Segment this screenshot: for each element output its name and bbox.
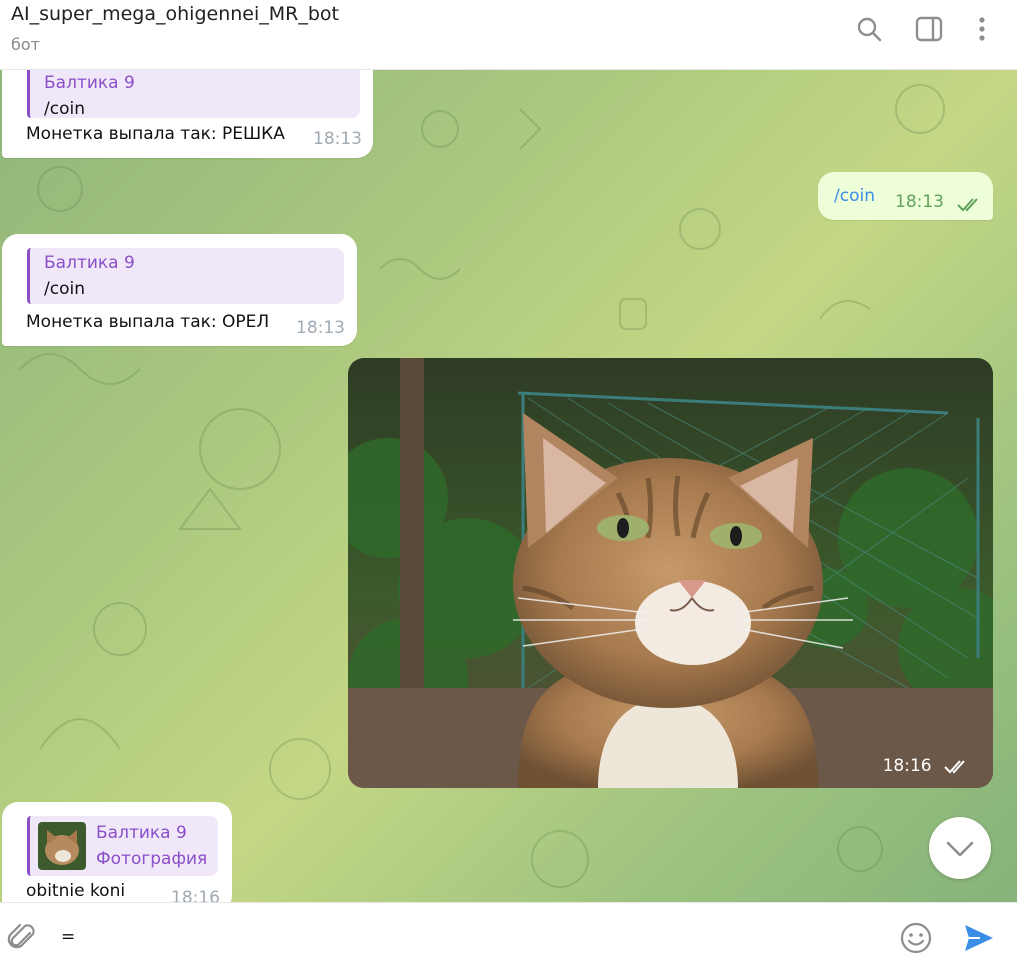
chevron-down-icon bbox=[946, 841, 974, 857]
message-time: 18:16 bbox=[883, 756, 973, 776]
chat-subtitle: бот bbox=[11, 35, 40, 54]
reply-text: /coin bbox=[44, 99, 85, 119]
message-input[interactable]: = bbox=[61, 927, 75, 947]
message-bubble[interactable]: /coin 18:13 bbox=[818, 172, 993, 220]
message-input-bar: = bbox=[0, 902, 1017, 960]
message-text: obitnie koni bbox=[26, 881, 126, 901]
message-time: 18:13 bbox=[296, 318, 345, 338]
reply-author: Балтика 9 bbox=[96, 823, 187, 843]
chat-area[interactable]: Балтика 9 /coin Монетка выпала так: РЕШК… bbox=[0, 69, 1017, 902]
reply-author: Балтика 9 bbox=[44, 73, 135, 93]
more-vert-icon[interactable] bbox=[967, 14, 997, 44]
reply-author: Балтика 9 bbox=[44, 253, 135, 273]
reply-text: Фотография bbox=[96, 849, 208, 869]
chat-header: AI_super_mega_ohigennei_MR_bot бот bbox=[0, 0, 1017, 70]
chat-title[interactable]: AI_super_mega_ohigennei_MR_bot bbox=[11, 3, 339, 25]
reply-preview[interactable]: Балтика 9 /coin bbox=[27, 69, 360, 119]
sidebar-icon[interactable] bbox=[914, 14, 944, 44]
photo-message[interactable]: 18:16 bbox=[348, 358, 993, 788]
cat-photo bbox=[348, 358, 993, 788]
message-time: 18:13 bbox=[313, 129, 362, 149]
emoji-icon[interactable] bbox=[899, 921, 933, 955]
reply-photo-thumbnail bbox=[38, 822, 86, 870]
message-time: 18:13 bbox=[895, 192, 944, 212]
search-icon[interactable] bbox=[854, 14, 884, 44]
read-checks-icon bbox=[957, 198, 978, 212]
message-text: /coin bbox=[834, 186, 875, 206]
reply-preview[interactable]: Балтика 9 /coin bbox=[27, 248, 344, 304]
attach-icon[interactable] bbox=[6, 921, 40, 955]
message-time: 18:16 bbox=[171, 888, 220, 902]
message-bubble[interactable]: Балтика 9 Фотография obitnie koni 18:16 bbox=[2, 802, 232, 902]
message-text: Монетка выпала так: РЕШКА bbox=[26, 124, 285, 144]
message-bubble[interactable]: Балтика 9 /coin Монетка выпала так: РЕШК… bbox=[2, 69, 373, 158]
scroll-down-button[interactable] bbox=[929, 817, 991, 879]
message-text: Монетка выпала так: ОРЕЛ bbox=[26, 312, 270, 332]
send-icon[interactable] bbox=[962, 921, 996, 955]
reply-preview[interactable]: Балтика 9 Фотография bbox=[27, 816, 218, 876]
reply-text: /coin bbox=[44, 279, 85, 299]
read-checks-icon bbox=[944, 760, 965, 774]
message-bubble[interactable]: Балтика 9 /coin Монетка выпала так: ОРЕЛ… bbox=[2, 234, 357, 346]
